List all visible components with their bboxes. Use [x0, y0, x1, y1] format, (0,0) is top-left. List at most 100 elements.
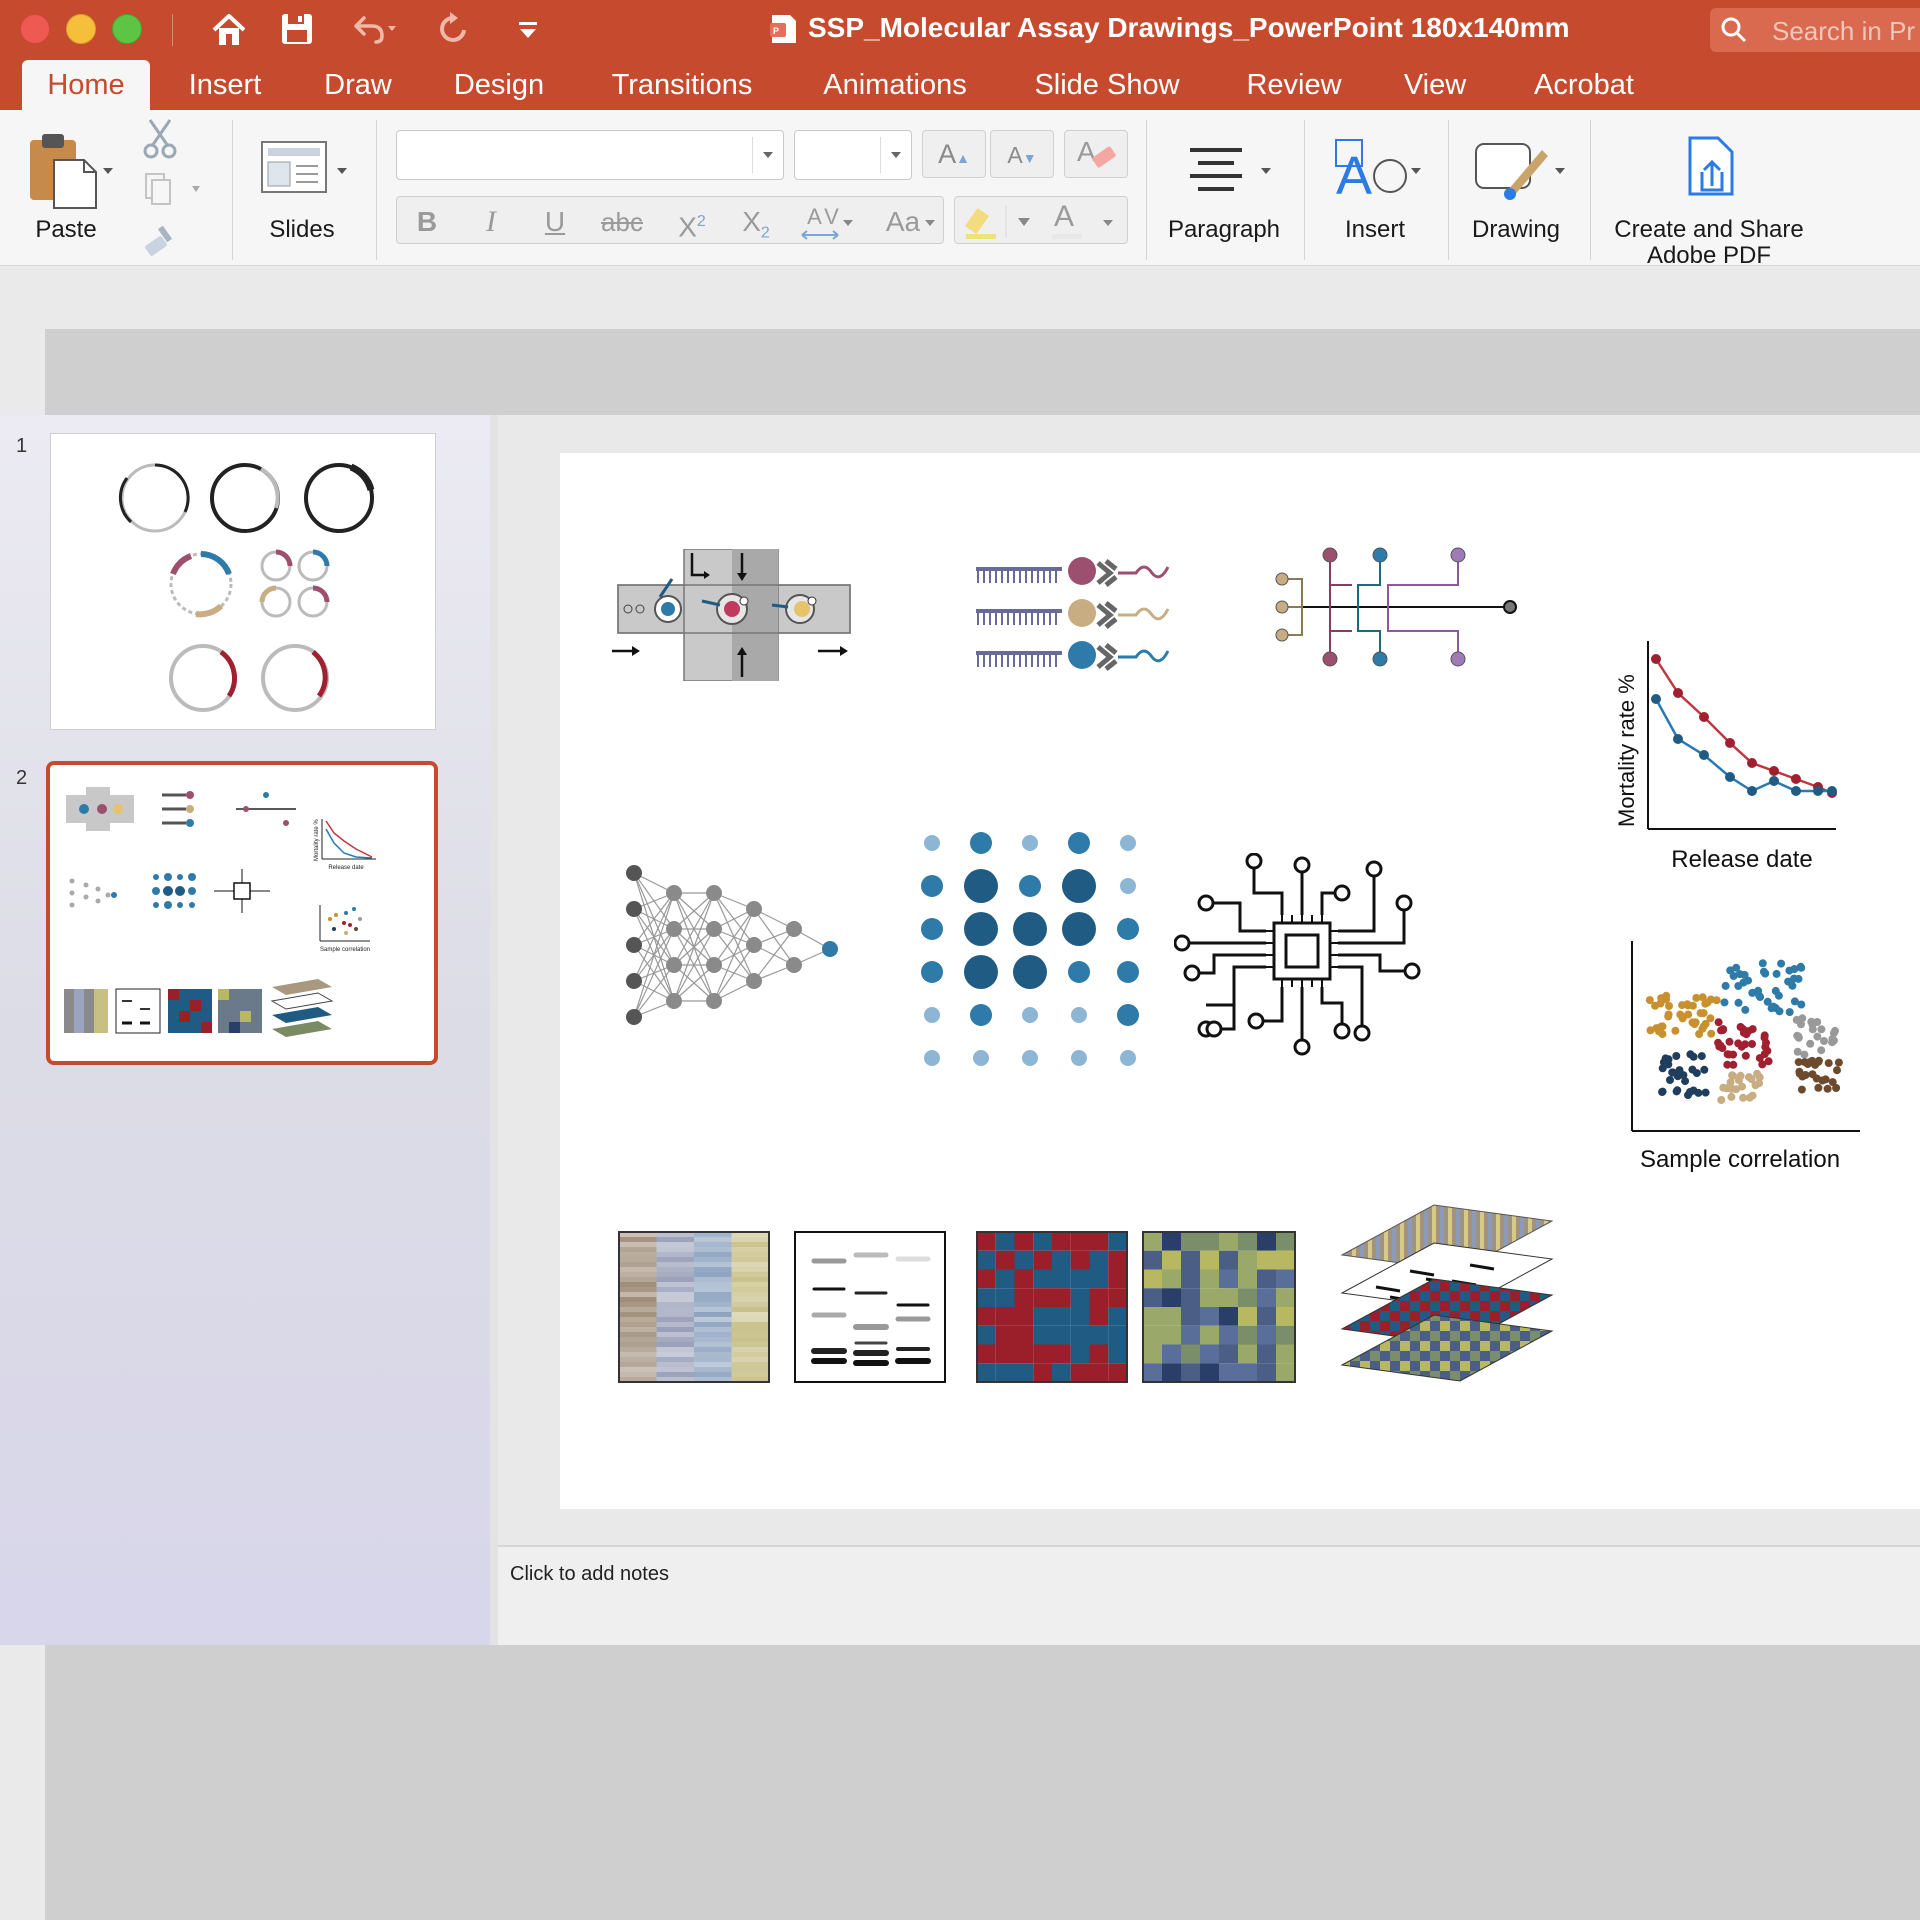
chart-ylabel: Mortality rate %: [1614, 674, 1639, 827]
ribbon-separator: [1304, 120, 1305, 260]
chevron-down-icon: [337, 168, 347, 174]
double-arrow-icon: [801, 230, 839, 240]
home-icon[interactable]: [210, 12, 248, 48]
subscript-mark: 2: [760, 224, 770, 242]
thumb-scatter-label: Sample correlation: [320, 947, 370, 953]
chevron-down-icon: [1411, 168, 1421, 174]
tab-animations[interactable]: Animations: [800, 60, 990, 110]
font-size-select[interactable]: [794, 130, 912, 180]
paste-button[interactable]: Paste: [18, 120, 118, 250]
create-share-pdf-button[interactable]: Create and Share Adobe PDF: [1604, 120, 1814, 269]
chevron-down-icon: [763, 152, 773, 158]
title-bar: P SSP_Molecular Assay Drawings_PowerPoin…: [0, 0, 1920, 60]
change-case-button[interactable]: Aa: [868, 202, 938, 242]
canvas-margin-top: [45, 329, 1920, 415]
microchip-drawing[interactable]: [1174, 853, 1440, 1063]
chevron-down-icon: [1555, 168, 1565, 174]
redo-icon[interactable]: [436, 10, 472, 48]
paragraph-button[interactable]: Paragraph: [1160, 120, 1296, 250]
minimize-window-button[interactable]: [66, 14, 96, 44]
microfluidic-chip-drawing[interactable]: [612, 549, 852, 681]
character-spacing-button[interactable]: AV: [792, 202, 858, 242]
svg-text:A: A: [1077, 136, 1096, 167]
shrink-font-label: A: [1007, 142, 1023, 168]
paragraph-label: Paragraph: [1167, 216, 1281, 243]
paste-label: Paste: [35, 216, 97, 243]
customize-toolbar-icon[interactable]: [516, 18, 540, 42]
oligo-antibody-conjugates-drawing[interactable]: [974, 549, 1184, 679]
search-box[interactable]: Search in Pr: [1710, 8, 1920, 52]
notes-pane[interactable]: Click to add notes: [498, 1545, 1920, 1647]
format-painter-icon[interactable]: [142, 222, 182, 260]
ribbon-tabs: Home Insert Draw Design Transitions Anim…: [0, 60, 1920, 110]
bold-button[interactable]: B: [402, 202, 452, 242]
clear-formatting-button[interactable]: A: [1064, 130, 1128, 178]
mortality-line-chart[interactable]: Mortality rate % Release date: [1606, 631, 1920, 873]
grow-font-label: A: [938, 139, 957, 169]
triangle-up-icon: ▲: [956, 150, 970, 166]
highlighter-icon[interactable]: [962, 202, 1042, 242]
panel-splitter[interactable]: [490, 415, 498, 1645]
slides-button[interactable]: Slides: [252, 120, 356, 250]
slide-thumbnail-2[interactable]: Mortality rate % Release date Sample cor…: [46, 761, 438, 1065]
current-slide[interactable]: Mortality rate % Release date Sample cor…: [560, 453, 1920, 1509]
font-color-swatch: [1052, 234, 1082, 239]
neural-network-drawing[interactable]: [618, 853, 848, 1053]
chart-xlabel: Release date: [1671, 846, 1812, 873]
tab-draw[interactable]: Draw: [304, 60, 412, 110]
share-pdf-icon: [1688, 136, 1734, 196]
drawing-button[interactable]: Drawing: [1462, 120, 1602, 250]
scatter-label: Sample correlation: [1640, 1146, 1840, 1173]
copy-icon[interactable]: [142, 172, 202, 208]
strikethrough-button[interactable]: abc: [592, 202, 652, 242]
chevron-down-icon: [925, 220, 935, 226]
font-color-button[interactable]: A: [1046, 200, 1122, 242]
tab-review[interactable]: Review: [1226, 60, 1362, 110]
save-icon[interactable]: [280, 12, 314, 46]
ribbon: Paste Slides A▲ A▼ A B I U abc X2 X2 AV …: [0, 110, 1920, 269]
tab-transitions[interactable]: Transitions: [594, 60, 770, 110]
multi-omics-layers-drawing[interactable]: [1340, 1201, 1554, 1387]
slide-thumbnail-panel[interactable]: 1 2 Mortality rate % Release date Sample…: [0, 415, 490, 1645]
slide-thumbnail-1[interactable]: [50, 433, 436, 730]
svg-text:P: P: [773, 26, 779, 36]
expression-stripes-heatmap[interactable]: [618, 1231, 770, 1383]
shrink-font-button[interactable]: A▼: [990, 130, 1054, 178]
tab-view[interactable]: View: [1390, 60, 1480, 110]
underline-button[interactable]: U: [530, 202, 580, 242]
gel-electrophoresis-drawing[interactable]: [794, 1231, 946, 1383]
thumb-chart-xlabel: Release date: [328, 865, 364, 871]
grow-font-button[interactable]: A▲: [922, 130, 986, 178]
series-red: [1651, 654, 1837, 798]
svg-text:A: A: [1336, 146, 1372, 200]
pathway-circuit-drawing[interactable]: [1272, 545, 1522, 683]
yellow-navy-heatmap[interactable]: [1142, 1231, 1296, 1383]
superscript-button[interactable]: X2: [664, 202, 720, 242]
scatter-points: [1645, 959, 1843, 1104]
font-color-label: A: [1054, 200, 1075, 233]
tab-design[interactable]: Design: [436, 60, 562, 110]
italic-button[interactable]: I: [466, 202, 516, 242]
insert-button[interactable]: A Insert: [1320, 120, 1440, 250]
close-window-button[interactable]: [20, 14, 50, 44]
tab-insert[interactable]: Insert: [170, 60, 280, 110]
font-name-divider: [752, 137, 753, 173]
zoom-window-button[interactable]: [112, 14, 142, 44]
undo-icon[interactable]: [348, 12, 396, 46]
text-box-icon: A: [1335, 139, 1407, 200]
tab-home[interactable]: Home: [22, 60, 150, 110]
font-size-divider: [880, 137, 881, 173]
tab-acrobat[interactable]: Acrobat: [1514, 60, 1654, 110]
sample-correlation-scatter[interactable]: Sample correlation: [1624, 935, 1884, 1175]
dot-matrix-drawing[interactable]: [912, 825, 1162, 1085]
tab-slide-show[interactable]: Slide Show: [1020, 60, 1194, 110]
subscript-button[interactable]: X2: [728, 202, 784, 242]
slide-number-1: 1: [16, 435, 28, 457]
thumb-chart-ylabel: Mortality rate %: [314, 819, 320, 861]
superscript-mark: 2: [696, 213, 706, 230]
cut-icon[interactable]: [142, 118, 178, 160]
triangle-down-icon: ▼: [1022, 150, 1037, 166]
font-name-select[interactable]: [396, 130, 784, 180]
red-blue-heatmap[interactable]: [976, 1231, 1128, 1383]
insert-label: Insert: [1344, 216, 1406, 243]
